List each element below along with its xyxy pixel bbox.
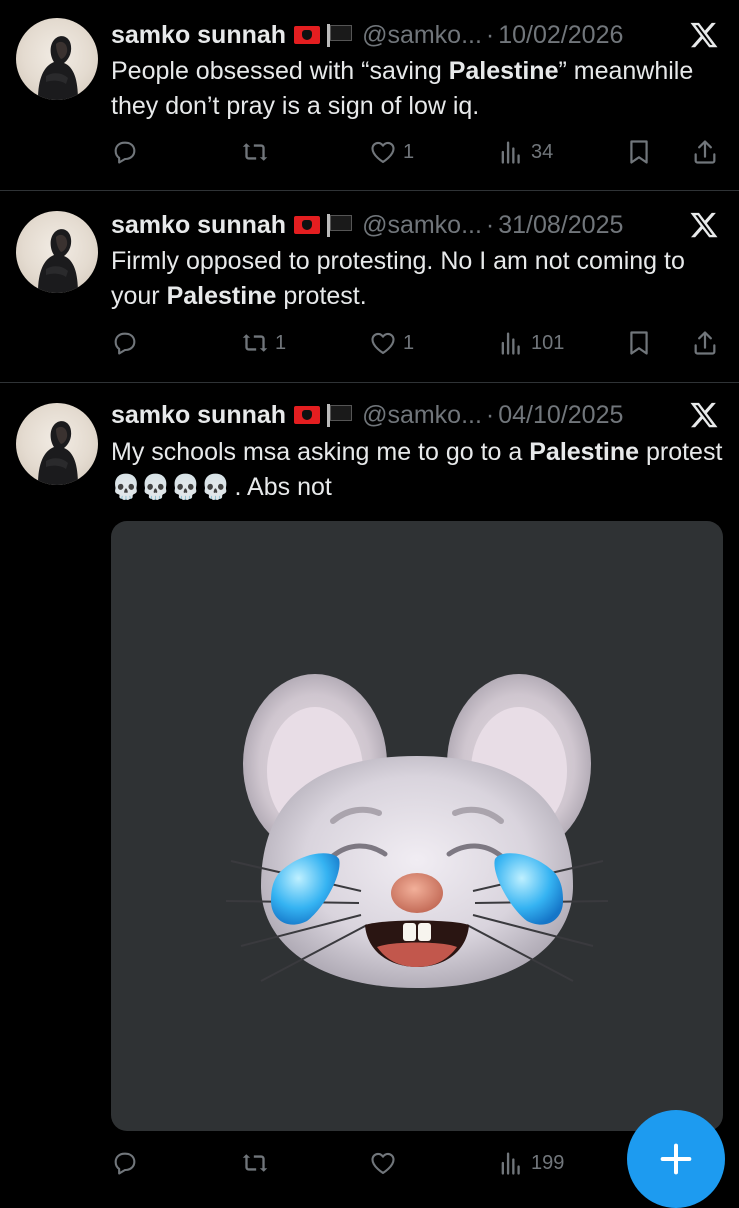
- tweet-date[interactable]: 31/08/2025: [498, 211, 623, 240]
- author-handle[interactable]: @samko...: [362, 21, 482, 50]
- reply-button[interactable]: [111, 134, 145, 170]
- like-count: 1: [403, 331, 415, 354]
- x-logo-icon: [690, 402, 718, 428]
- black-flag-icon: [324, 213, 353, 237]
- retweet-icon: [242, 1154, 268, 1172]
- plus-icon: [660, 1143, 692, 1175]
- author-name[interactable]: samko sunnah: [111, 21, 286, 50]
- share-button[interactable]: [691, 134, 719, 170]
- black-flag-icon: [324, 23, 353, 47]
- x-logo-icon: [690, 22, 718, 48]
- tweet-media-image[interactable]: [111, 521, 723, 1131]
- views-icon: [501, 141, 520, 164]
- tweet-text-part: My schools msa asking me to go to a: [111, 438, 530, 466]
- heart-icon: [371, 332, 395, 354]
- black-flag-icon: [324, 403, 353, 427]
- bookmark-icon: [630, 140, 648, 164]
- views-count: 34: [531, 140, 554, 163]
- action-bar: 1 1 101: [111, 325, 723, 361]
- skull-emoji: 💀💀💀💀: [111, 474, 231, 501]
- views-button[interactable]: 34: [497, 134, 553, 170]
- tweet[interactable]: samko sunnah @samko... · 10/02/2026 Peop…: [0, 0, 739, 190]
- like-count: 1: [403, 140, 415, 163]
- x-logo-icon: [690, 212, 718, 238]
- avatar[interactable]: [16, 18, 98, 100]
- views-icon: [501, 1152, 520, 1175]
- tweet-date[interactable]: 04/10/2025: [498, 401, 623, 430]
- tweet[interactable]: samko sunnah @samko... · 31/08/2025 Firm…: [0, 191, 739, 382]
- laughing-mouse-memoji-image: [225, 674, 609, 988]
- reply-icon: [114, 1152, 136, 1175]
- avatar[interactable]: [16, 211, 98, 293]
- retweet-icon: [242, 334, 268, 352]
- like-button[interactable]: [369, 1145, 403, 1181]
- share-icon: [694, 140, 716, 164]
- reply-button[interactable]: [111, 1145, 145, 1181]
- retweet-button[interactable]: 1: [241, 325, 286, 361]
- separator-dot: ·: [485, 210, 495, 239]
- separator-dot: ·: [485, 400, 495, 429]
- tweet-text: People obsessed with “saving Palestine” …: [111, 54, 723, 124]
- heart-icon: [371, 141, 395, 163]
- albania-flag-icon: [294, 216, 321, 234]
- tweet-header: samko sunnah @samko... · 31/08/2025: [111, 208, 719, 242]
- tweet-text-part: People obsessed with “saving: [111, 57, 449, 85]
- tweet-header: samko sunnah @samko... · 10/02/2026: [111, 18, 719, 52]
- tweet[interactable]: samko sunnah @samko... · 04/10/2025 My s…: [0, 383, 739, 1199]
- tweet-text-bold: Palestine: [529, 438, 640, 466]
- reply-icon: [114, 332, 136, 355]
- retweet-count: 1: [275, 331, 287, 354]
- retweet-icon: [242, 143, 268, 161]
- author-handle[interactable]: @samko...: [362, 401, 482, 430]
- views-count: 199: [531, 1151, 565, 1174]
- albania-flag-icon: [294, 406, 321, 424]
- share-button[interactable]: [691, 325, 719, 361]
- separator-dot: ·: [485, 20, 495, 49]
- tweet-header: samko sunnah @samko... · 04/10/2025: [111, 398, 719, 432]
- compose-button[interactable]: [627, 1110, 725, 1208]
- views-button[interactable]: 199: [497, 1145, 564, 1181]
- action-bar: 1 34: [111, 134, 723, 170]
- tweet-text-part: protest.: [276, 282, 367, 310]
- albania-flag-icon: [294, 26, 321, 44]
- tweet-text: Firmly opposed to protesting. No I am no…: [111, 244, 723, 314]
- like-button[interactable]: 1: [369, 134, 414, 170]
- tweet-text-bold: Palestine: [166, 282, 277, 310]
- author-handle[interactable]: @samko...: [362, 211, 482, 240]
- retweet-button[interactable]: [241, 1145, 275, 1181]
- heart-icon: [371, 1152, 395, 1174]
- like-button[interactable]: 1: [369, 325, 414, 361]
- views-button[interactable]: 101: [497, 325, 564, 361]
- author-name[interactable]: samko sunnah: [111, 211, 286, 240]
- tweet-text-bold: Palestine: [448, 57, 559, 85]
- author-name[interactable]: samko sunnah: [111, 401, 286, 430]
- bookmark-button[interactable]: [625, 325, 653, 361]
- views-icon: [501, 332, 520, 355]
- bookmark-button[interactable]: [625, 134, 653, 170]
- reply-button[interactable]: [111, 325, 145, 361]
- tweet-text: My schools msa asking me to go to a Pale…: [111, 435, 723, 505]
- retweet-button[interactable]: [241, 134, 275, 170]
- reply-icon: [114, 141, 136, 164]
- tweet-date[interactable]: 10/02/2026: [498, 21, 623, 50]
- tweet-text-part: . Abs not: [234, 473, 332, 501]
- share-icon: [694, 331, 716, 355]
- views-count: 101: [531, 331, 565, 354]
- bookmark-icon: [630, 331, 648, 355]
- tweet-text-part: protest: [639, 438, 723, 466]
- avatar[interactable]: [16, 403, 98, 485]
